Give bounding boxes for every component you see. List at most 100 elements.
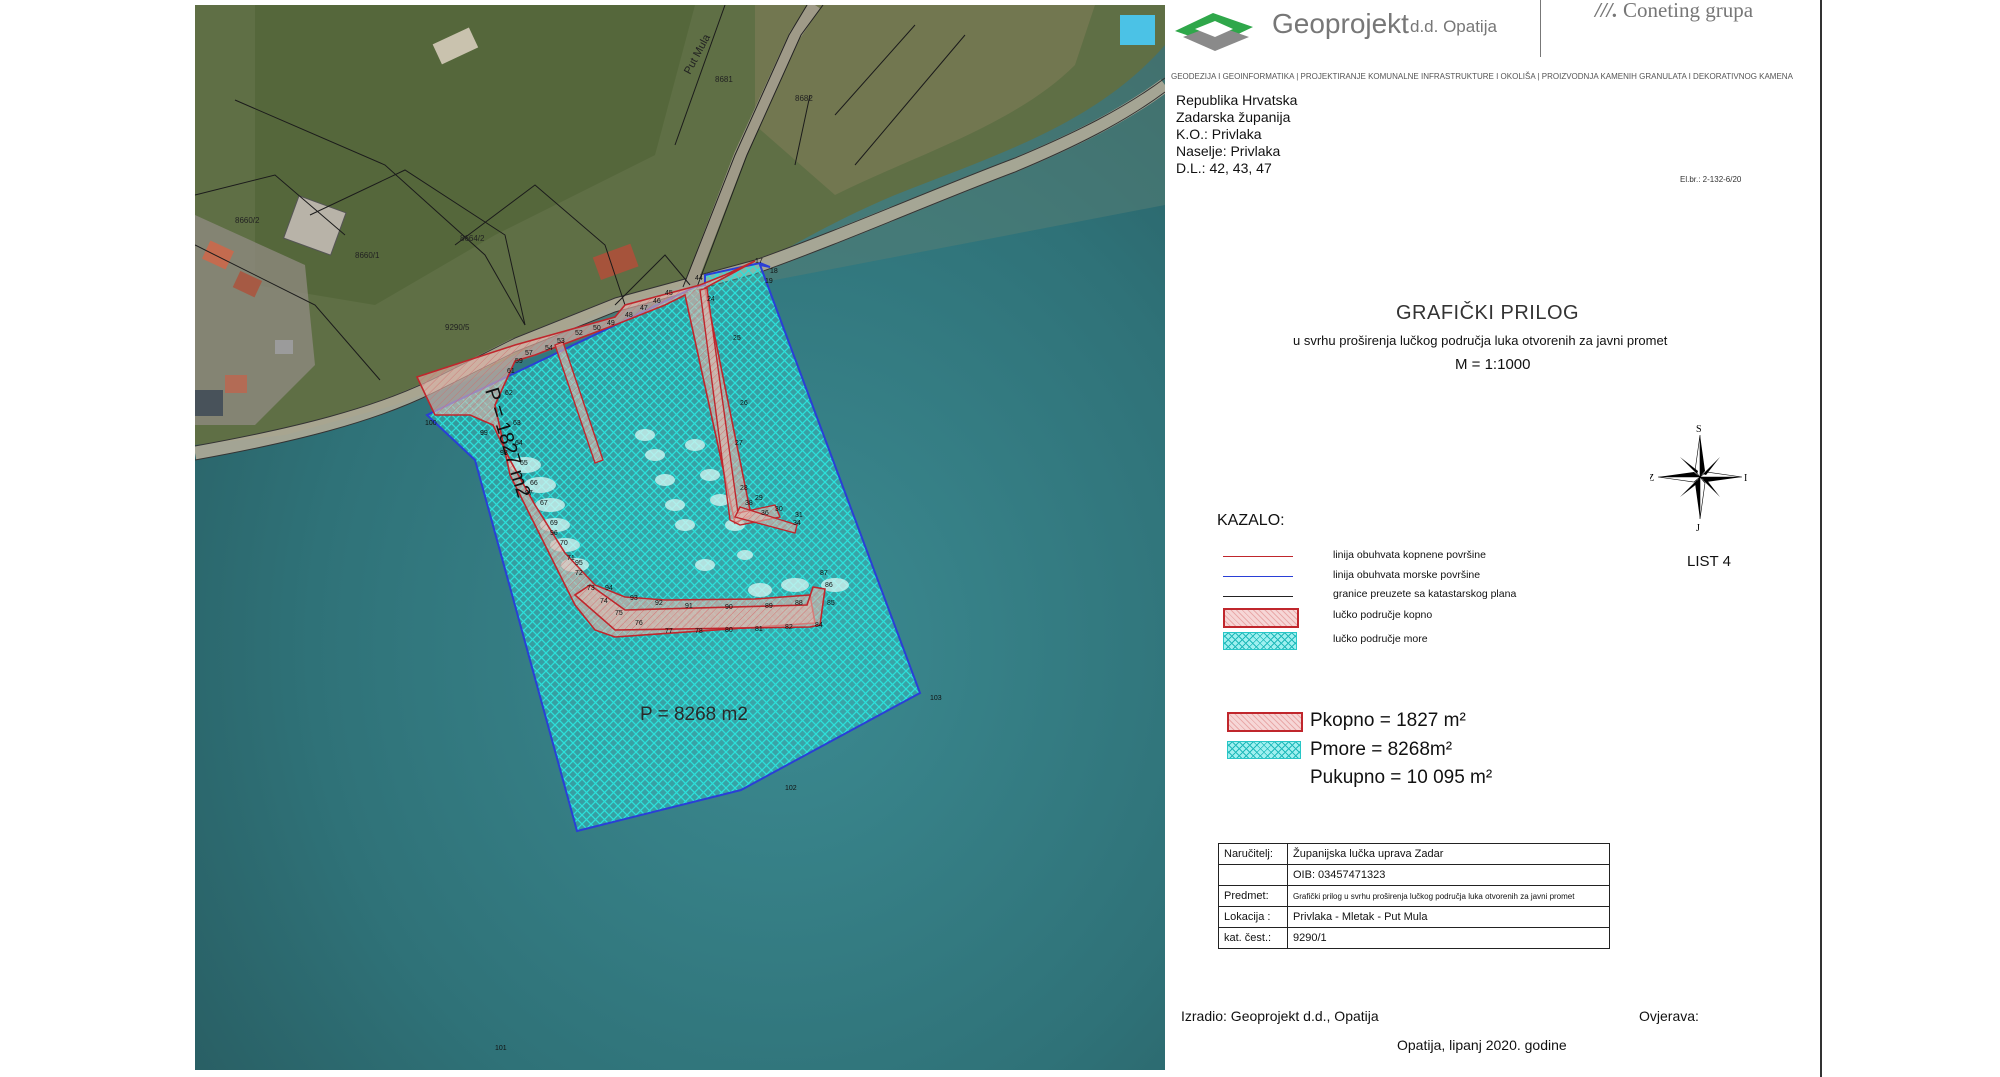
tagline: GEODEZIJA I GEOINFORMATIKA	[1171, 72, 1294, 81]
point-label: 59	[515, 358, 523, 365]
parcel-label: 8660/2	[235, 216, 260, 225]
area-sea: Pmore = 8268m²	[1310, 739, 1453, 760]
brand-sub: d.d. Opatija	[1410, 17, 1497, 36]
location-block: Republika Hrvatska Zadarska županija K.O…	[1176, 92, 1297, 177]
point-label: 66	[530, 480, 538, 487]
point-label: 67	[540, 500, 548, 507]
point-label: 48	[625, 312, 633, 319]
point-label: 53	[557, 338, 565, 345]
point-label: 44	[695, 275, 703, 282]
title-main: GRAFIČKI PRILOG	[1396, 302, 1580, 324]
sea-area-label: P = 8268 m2	[640, 704, 748, 725]
info-value: Županijska lučka uprava Zadar	[1287, 843, 1610, 865]
point-label: 97	[525, 490, 533, 497]
scale: M = 1:1000	[1455, 356, 1531, 373]
aerial-map: P = 1827 m2 P = 8268 m2 Put Mula 8681 86…	[195, 5, 1165, 1070]
partner-name: Coneting grupa	[1623, 0, 1754, 22]
parcel-label: 8660/1	[355, 251, 380, 260]
point-label: 75	[615, 610, 623, 617]
point-label: 19	[765, 278, 773, 285]
point-label: 90	[725, 604, 733, 611]
sheet-number: LIST 4	[1687, 553, 1731, 570]
info-key: Predmet:	[1218, 885, 1288, 907]
brand-name: Geoprojekt	[1272, 8, 1409, 39]
compass-rose-icon: S J Z I	[1650, 424, 1747, 532]
point-label: 36	[761, 510, 769, 517]
point-label: 74	[600, 598, 608, 605]
partner-mark-icon: ///.	[1595, 0, 1618, 22]
point-label: 92	[655, 600, 663, 607]
legend-sea-swatch	[1223, 632, 1297, 650]
point-label: 46	[653, 298, 661, 305]
point-label: 84	[815, 622, 823, 629]
point-label: 25	[733, 335, 741, 342]
point-label: 101	[495, 1045, 507, 1052]
point-label: 61	[507, 368, 515, 375]
location-line: Zadarska županija	[1176, 109, 1291, 125]
parcel-label: 8682	[795, 94, 813, 103]
point-label: 47	[640, 305, 648, 312]
legend-label: lučko područje more	[1333, 633, 1428, 645]
point-label: 81	[755, 626, 763, 633]
area-land: Pkopno = 1827 m²	[1310, 710, 1466, 731]
point-label: 77	[665, 628, 673, 635]
info-key: Lokacija :	[1218, 906, 1288, 928]
point-label: 50	[593, 325, 601, 332]
info-table: Naručitelj: Županijska lučka uprava Zadar…	[1218, 843, 1610, 949]
location-line: Republika Hrvatska	[1176, 92, 1298, 108]
info-row: Predmet: Grafički prilog u svrhu proširen…	[1218, 885, 1610, 907]
point-label: 38	[745, 500, 753, 507]
location-line: K.O.: Privlaka	[1176, 126, 1262, 142]
point-label: 45	[665, 290, 673, 297]
legend-label: granice preuzete sa katastarskog plana	[1333, 588, 1517, 600]
geoprojekt-logo-icon	[1175, 13, 1253, 51]
point-label: 49	[607, 320, 615, 327]
legend-label: linija obuhvata kopnene površine	[1333, 549, 1486, 561]
legend-label: lučko područje kopno	[1333, 609, 1433, 621]
point-label: 18	[770, 268, 778, 275]
point-label: 82	[785, 624, 793, 631]
point-label: 87	[820, 570, 828, 577]
point-label: 94	[605, 585, 613, 592]
point-label: 102	[785, 785, 797, 792]
point-label: 26	[740, 400, 748, 407]
parcel-label: 8664/2	[460, 234, 485, 243]
area-land-swatch	[1227, 712, 1303, 732]
point-label: 89	[765, 603, 773, 610]
legend-title: KAZALO:	[1217, 512, 1285, 529]
point-label: 71	[567, 555, 575, 562]
point-label: 62	[505, 390, 513, 397]
point-label: 72	[575, 570, 583, 577]
info-row: Naručitelj: Županijska lučka uprava Zadar	[1218, 843, 1610, 865]
point-label: 85	[827, 600, 835, 607]
info-row: OIB: 03457471323	[1218, 864, 1610, 886]
header-divider	[1540, 0, 1541, 57]
location-line: Naselje: Privlaka	[1176, 143, 1281, 159]
el-br: El.br.: 2-132-6/20	[1680, 175, 1742, 184]
info-key: Naručitelj:	[1218, 843, 1288, 865]
point-label: 96	[550, 530, 558, 537]
legend-label: linija obuhvata morske površine	[1333, 569, 1481, 581]
point-label: 78	[695, 628, 703, 635]
tagline: PROIZVODNJA KAMENIH GRANULATA I DEKORATI…	[1541, 72, 1793, 81]
point-label: 100	[425, 420, 437, 427]
point-label: 63	[513, 420, 521, 427]
point-label: 24	[707, 296, 715, 303]
point-label: 54	[545, 345, 553, 352]
location-line: D.L.: 42, 43, 47	[1176, 160, 1272, 176]
compass-n: S	[1696, 424, 1702, 435]
area-total: Pukupno = 10 095 m²	[1310, 767, 1493, 788]
point-label: 34	[793, 520, 801, 527]
point-label: 64	[515, 440, 523, 447]
info-value: 9290/1	[1287, 927, 1610, 949]
legend-cadastral-line	[1223, 596, 1293, 597]
partner-logo: ///. Coneting grupa	[1595, 0, 1753, 23]
compass-e: I	[1744, 473, 1747, 484]
verified-by: Ovjerava:	[1639, 1008, 1699, 1024]
point-label: 27	[735, 440, 743, 447]
legend-land-swatch	[1223, 608, 1299, 628]
point-label: 103	[930, 695, 942, 702]
info-value: Grafički prilog u svrhu proširenja lučko…	[1287, 885, 1610, 907]
compass-w: Z	[1650, 473, 1654, 484]
point-label: 98	[500, 450, 508, 457]
